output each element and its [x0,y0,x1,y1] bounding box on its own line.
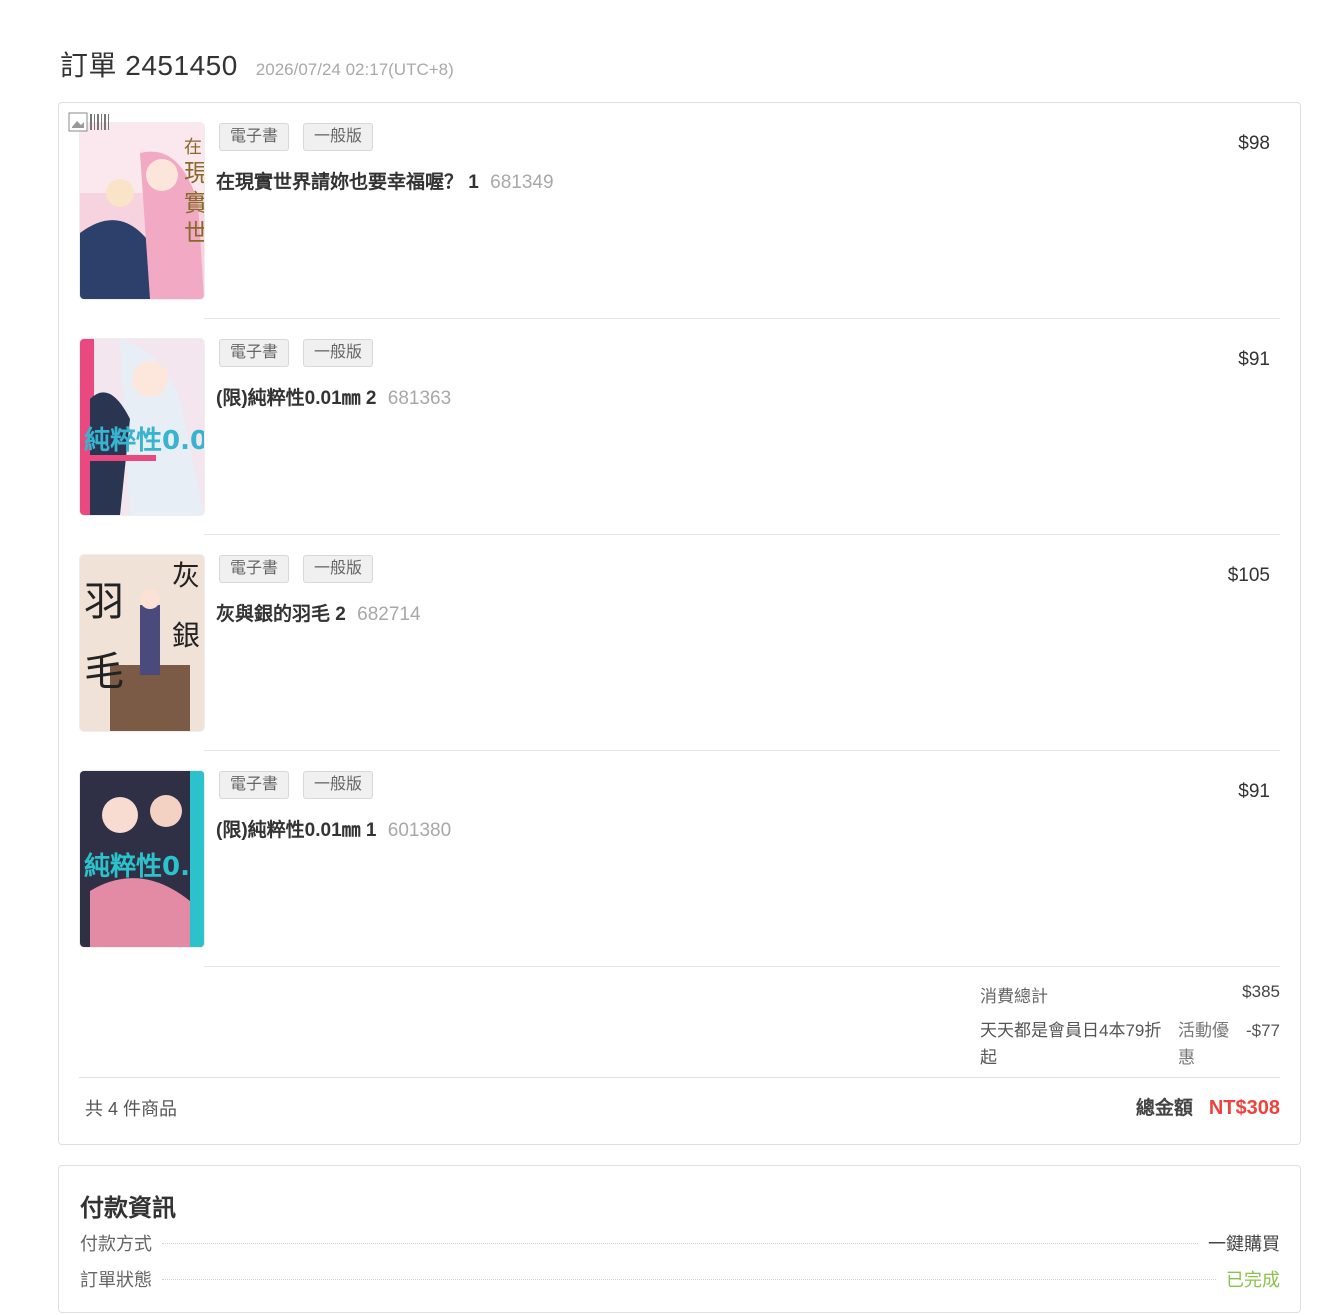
total-label: 總金額 [1135,1098,1193,1119]
payment-card: 付款資訊 付款方式 一鍵購買 訂單狀態 已完成 [58,1165,1301,1313]
svg-text:灰: 灰 [172,559,200,592]
order-status-label: 訂單狀態 [80,1270,152,1290]
order-status-value: 已完成 [1226,1270,1280,1290]
svg-text:純粹性0.0: 純粹性0.0 [84,425,204,456]
item-code: 681363 [387,388,452,409]
item-code: 681349 [490,172,554,193]
item-price: $105 [1227,565,1270,586]
order-time: 2026/07/24 02:17(UTC+8) [255,60,454,79]
order-header: 訂單 2451450 2026/07/24 02:17(UTC+8) [60,44,454,84]
order-status-row: 訂單狀態 已完成 [80,1266,1280,1292]
svg-text:世: 世 [184,219,204,247]
svg-text:毛: 毛 [84,649,124,695]
order-item: 在 現 實 世 電子書 一般版 在現實世界請妳也要幸福喔？ 1 681349 $… [80,103,1280,319]
book-cover-image[interactable]: 在 現 實 世 [80,123,204,299]
item-tags: 電子書 一般版 [219,123,374,151]
item-tags: 電子書 一般版 [219,771,374,799]
divider [79,1077,1280,1078]
promo-name: 天天都是會員日4本79折起 [980,1021,1162,1067]
tag-format: 電子書 [219,339,290,367]
tag-format: 電子書 [219,771,290,799]
tag-format: 電子書 [219,555,290,583]
item-tags: 電子書 一般版 [219,339,374,367]
item-count: 共 4 件商品 [85,1099,178,1119]
svg-text:實: 實 [184,189,204,217]
promo-tag: 活動優惠 [1178,1021,1229,1067]
item-title[interactable]: (限)純粹性0.01㎜ 1 601380 [216,815,451,842]
item-title[interactable]: (限)純粹性0.01㎜ 2 681363 [216,383,451,410]
tag-edition: 一般版 [303,339,374,367]
item-name[interactable]: 灰與銀的羽毛 2 [216,604,346,625]
subtotal-label: 消費總計 [980,987,1048,1006]
svg-text:羽: 羽 [84,579,124,625]
dotted-leader [162,1278,1216,1280]
item-price: $91 [1238,349,1270,370]
payment-method-row: 付款方式 一鍵購買 [80,1230,1280,1256]
promo-value: -$77 [1245,1021,1280,1040]
order-total: 總金額 NT$308 [1136,1093,1280,1120]
order-item: 羽 毛 灰 銀 電子書 一般版 灰與銀的羽毛 2 682714 $105 [80,535,1280,751]
book-cover-image[interactable]: 純粹性0.0 [80,771,204,947]
divider [204,966,1280,967]
subtotal-value: $385 [1242,982,1280,1001]
item-name[interactable]: (限)純粹性0.01㎜ 2 [216,388,376,409]
item-title[interactable]: 在現實世界請妳也要幸福喔？ 1 681349 [216,167,554,194]
tag-edition: 一般版 [303,123,374,151]
book-cover-image[interactable]: 純粹性0.0 [80,339,204,515]
subtotal-row: 消費總計 $385 [980,982,1280,1008]
broken-image-icon [68,112,109,132]
order-title: 訂單 2451450 [60,50,238,81]
svg-text:現: 現 [184,159,204,187]
item-title[interactable]: 灰與銀的羽毛 2 682714 [216,599,421,626]
tag-edition: 一般版 [303,555,374,583]
promo-row: 天天都是會員日4本79折起 活動優惠 -$77 [980,1017,1280,1073]
item-code: 682714 [357,604,421,625]
total-value: NT$308 [1208,1097,1280,1119]
payment-title: 付款資訊 [80,1195,176,1222]
tag-format: 電子書 [219,123,290,151]
svg-text:在: 在 [184,137,202,158]
payment-method-value: 一鍵購買 [1208,1234,1280,1254]
svg-text:銀: 銀 [172,619,200,652]
svg-text:純粹性0.0: 純粹性0.0 [84,851,204,882]
tag-edition: 一般版 [303,771,374,799]
item-price: $91 [1238,781,1270,802]
order-item: 純粹性0.0 電子書 一般版 (限)純粹性0.01㎜ 2 681363 $91 [80,319,1280,535]
payment-method-label: 付款方式 [80,1234,152,1254]
item-code: 601380 [387,820,452,841]
order-item: 純粹性0.0 電子書 一般版 (限)純粹性0.01㎜ 1 601380 $91 [80,751,1280,967]
item-price: $98 [1238,133,1270,154]
item-tags: 電子書 一般版 [219,555,374,583]
item-name[interactable]: (限)純粹性0.01㎜ 1 [216,820,376,841]
book-cover-image[interactable]: 羽 毛 灰 銀 [80,555,204,731]
dotted-leader [162,1242,1198,1244]
item-name[interactable]: 在現實世界請妳也要幸福喔？ 1 [216,172,479,193]
order-card: 在 現 實 世 電子書 一般版 在現實世界請妳也要幸福喔？ 1 681349 $… [58,102,1301,1145]
